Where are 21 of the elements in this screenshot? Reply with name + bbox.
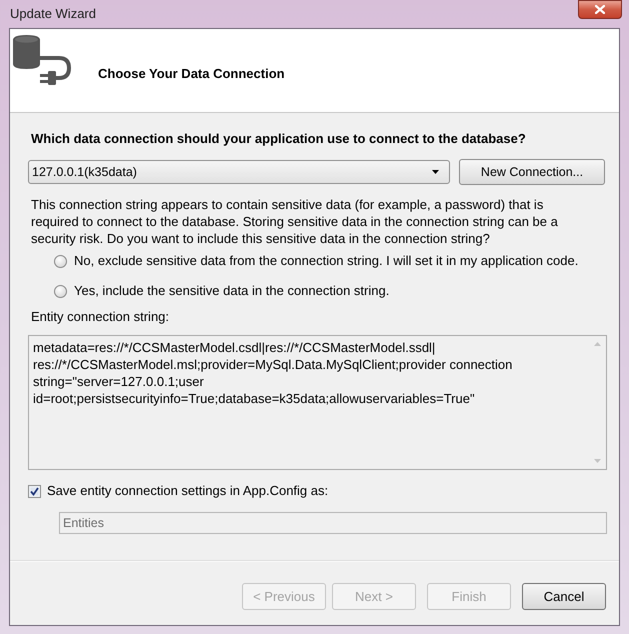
connection-dropdown[interactable]: 127.0.0.1(k35data) [28, 160, 450, 184]
checkbox[interactable] [28, 484, 41, 498]
scroll-up-arrow-icon [594, 342, 601, 346]
close-icon [595, 5, 605, 14]
wizard-button[interactable]: Cancel [522, 583, 606, 610]
dropdown-caret-icon [432, 170, 439, 174]
sensitive-data-warning: This connection string appears to contain sensitive data (for example, a password) that is required to connect to the database. Storing sensitive data in the connection string can be a security risk. Do you want to include this sensitive data in the connection string? [31, 196, 559, 247]
radio-label[interactable]: No, exclude sensitive data from the connection string. I will set it in my application code. [74, 251, 578, 271]
connection-string-label: Entity connection string: [31, 309, 170, 325]
connection-string-field[interactable]: metadata=res://*/CCSMasterModel.csdl|res://*/CCSMasterModel.ssdl| res://*/CCSMasterModel.msl;provider=MySql.Data.MySqlClient;provider connection string="server=127.0.0.1;user id=root;persistsecurityinfo=True;database=k35data;allowuservariables=True" [28, 335, 607, 470]
scroll-down-arrow-icon [594, 459, 601, 463]
radio-button[interactable] [54, 254, 67, 268]
database-plug-icon [12, 34, 72, 88]
header-title: Choose Your Data Connection [98, 65, 285, 83]
radio-button[interactable] [54, 284, 67, 298]
checkbox-label[interactable]: Save entity connection settings in App.Config as: [47, 481, 328, 501]
window-title: Update Wizard [10, 5, 96, 24]
close-button[interactable] [578, 0, 622, 19]
new-connection-button[interactable]: New Connection... [459, 159, 605, 185]
radio-label[interactable]: Yes, include the sensitive data in the connection string. [74, 281, 390, 301]
question-text: Which data connection should your application use to connect to the database? [31, 131, 527, 147]
